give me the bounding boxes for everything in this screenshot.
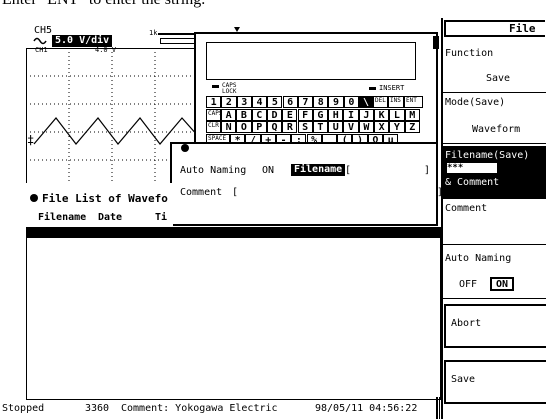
softkey-comment-button[interactable]: Comment: [445, 203, 487, 215]
status-state: Stopped: [2, 403, 45, 414]
key-o[interactable]: O: [236, 121, 252, 133]
filename-open-bracket: [: [345, 165, 352, 176]
insert-indicator: [369, 87, 376, 90]
key-b[interactable]: B: [236, 108, 252, 121]
file-list-body[interactable]: [26, 238, 441, 400]
softkey-function-button[interactable]: Save: [486, 73, 510, 85]
key-p[interactable]: P: [251, 121, 267, 133]
softkey-divider: [443, 298, 546, 299]
key-n[interactable]: N: [221, 121, 237, 133]
softkey-divider: [443, 92, 546, 93]
key-t[interactable]: T: [312, 121, 329, 133]
key-9[interactable]: 9: [328, 96, 344, 108]
softkey-divider: [443, 244, 546, 245]
position-marker: 1k: [149, 29, 158, 37]
auto-naming-value: ON: [262, 165, 275, 176]
save-dialog-icon: [181, 144, 189, 152]
key-d[interactable]: D: [266, 108, 283, 121]
key-4[interactable]: 4: [251, 96, 268, 108]
key-g[interactable]: G: [312, 108, 329, 121]
status-end-marker: [436, 397, 440, 419]
filename-label[interactable]: Filename: [291, 164, 346, 176]
key-5[interactable]: 5: [267, 96, 283, 108]
key-x[interactable]: X: [374, 121, 390, 133]
softkey-auto-off[interactable]: OFF: [459, 279, 477, 291]
col-time: Ti: [155, 212, 168, 223]
key-s[interactable]: S: [297, 121, 313, 133]
col-date: Date: [98, 212, 123, 223]
key-m[interactable]: M: [404, 108, 420, 121]
key-z[interactable]: Z: [404, 121, 420, 133]
key-2[interactable]: 2: [221, 96, 237, 108]
softkey-filename-value: ***: [447, 163, 497, 173]
insert-label: INSERT: [379, 84, 405, 92]
key-caps[interactable]: CAPS: [206, 108, 222, 121]
keyboard-dialog-shadow: [433, 36, 439, 49]
key-q[interactable]: Q: [266, 121, 283, 133]
filename-close-bracket: ]: [424, 165, 431, 176]
softkey-auto-on[interactable]: ON: [490, 277, 514, 291]
ground-marker-icon: ‡: [27, 133, 35, 147]
status-count: 3360: [85, 403, 110, 414]
softkey-auto-naming-label: Auto Naming: [445, 253, 512, 264]
key-u[interactable]: U: [328, 121, 344, 133]
file-list-icon: [30, 194, 38, 202]
softkey-title: File: [509, 22, 536, 35]
softkey-mode-button[interactable]: Waveform: [472, 124, 520, 136]
caps-lock-indicator: [212, 85, 219, 88]
key-y[interactable]: Y: [389, 121, 405, 133]
softkey-divider: [443, 143, 546, 144]
softkey-filename-comment: & Comment: [445, 177, 500, 189]
file-list-selected-row[interactable]: [26, 227, 441, 238]
key-0[interactable]: 0: [343, 96, 359, 108]
softkey-abort-button[interactable]: Abort: [451, 318, 481, 330]
key-6[interactable]: 6: [282, 96, 298, 108]
key-a[interactable]: A: [221, 108, 237, 121]
comment-open-bracket: [: [232, 187, 239, 198]
save-dialog: [170, 142, 438, 226]
key-k[interactable]: K: [374, 108, 390, 121]
status-comment: Comment: Yokogawa Electric: [121, 403, 278, 414]
waveform-trace: [33, 117, 198, 145]
softkey-mode-label: Mode(Save): [445, 97, 506, 108]
key-ent[interactable]: ENT: [404, 96, 423, 108]
key-e[interactable]: E: [282, 108, 298, 121]
keyboard-keys: 1 2 3 4 5 6 7 8 9 0 \ DEL INS ENT CAPS A B C D E F G H I J K L M CLR…: [206, 96, 426, 148]
key-c[interactable]: C: [251, 108, 267, 121]
col-filename: Filename: [38, 212, 87, 223]
key-w[interactable]: W: [358, 121, 374, 133]
keyboard-entry-field[interactable]: [206, 42, 416, 80]
ac-coupling-icon: [33, 37, 47, 45]
auto-naming-label: Auto Naming: [180, 165, 247, 176]
key-ins[interactable]: INS: [388, 96, 404, 108]
key-8[interactable]: 8: [313, 96, 329, 108]
key-3[interactable]: 3: [236, 96, 252, 108]
key-i[interactable]: I: [343, 108, 359, 121]
key-backslash[interactable]: \: [359, 96, 373, 108]
key-7[interactable]: 7: [297, 96, 314, 108]
softkey-function-label: Function: [445, 48, 494, 59]
instruction-text: Enter "ENT" to enter the string.: [2, 0, 205, 9]
caps-lock-label: CAPS LOCK: [222, 82, 237, 95]
key-1[interactable]: 1: [206, 96, 222, 108]
key-h[interactable]: H: [328, 108, 344, 121]
key-f[interactable]: F: [297, 108, 313, 121]
softkey-filename-label: Filename(Save): [445, 150, 530, 162]
comment-label: Comment: [180, 187, 223, 198]
status-datetime: 98/05/11 04:56:22: [315, 403, 418, 414]
key-clr[interactable]: CLR: [206, 121, 221, 133]
key-v[interactable]: V: [343, 121, 359, 133]
softkey-save-button[interactable]: Save: [451, 374, 475, 386]
key-j[interactable]: J: [358, 108, 374, 121]
key-del[interactable]: DEL: [373, 96, 388, 108]
file-list-title: File List of Wavefo: [42, 192, 168, 205]
key-r[interactable]: R: [282, 121, 298, 133]
key-l[interactable]: L: [389, 108, 405, 121]
